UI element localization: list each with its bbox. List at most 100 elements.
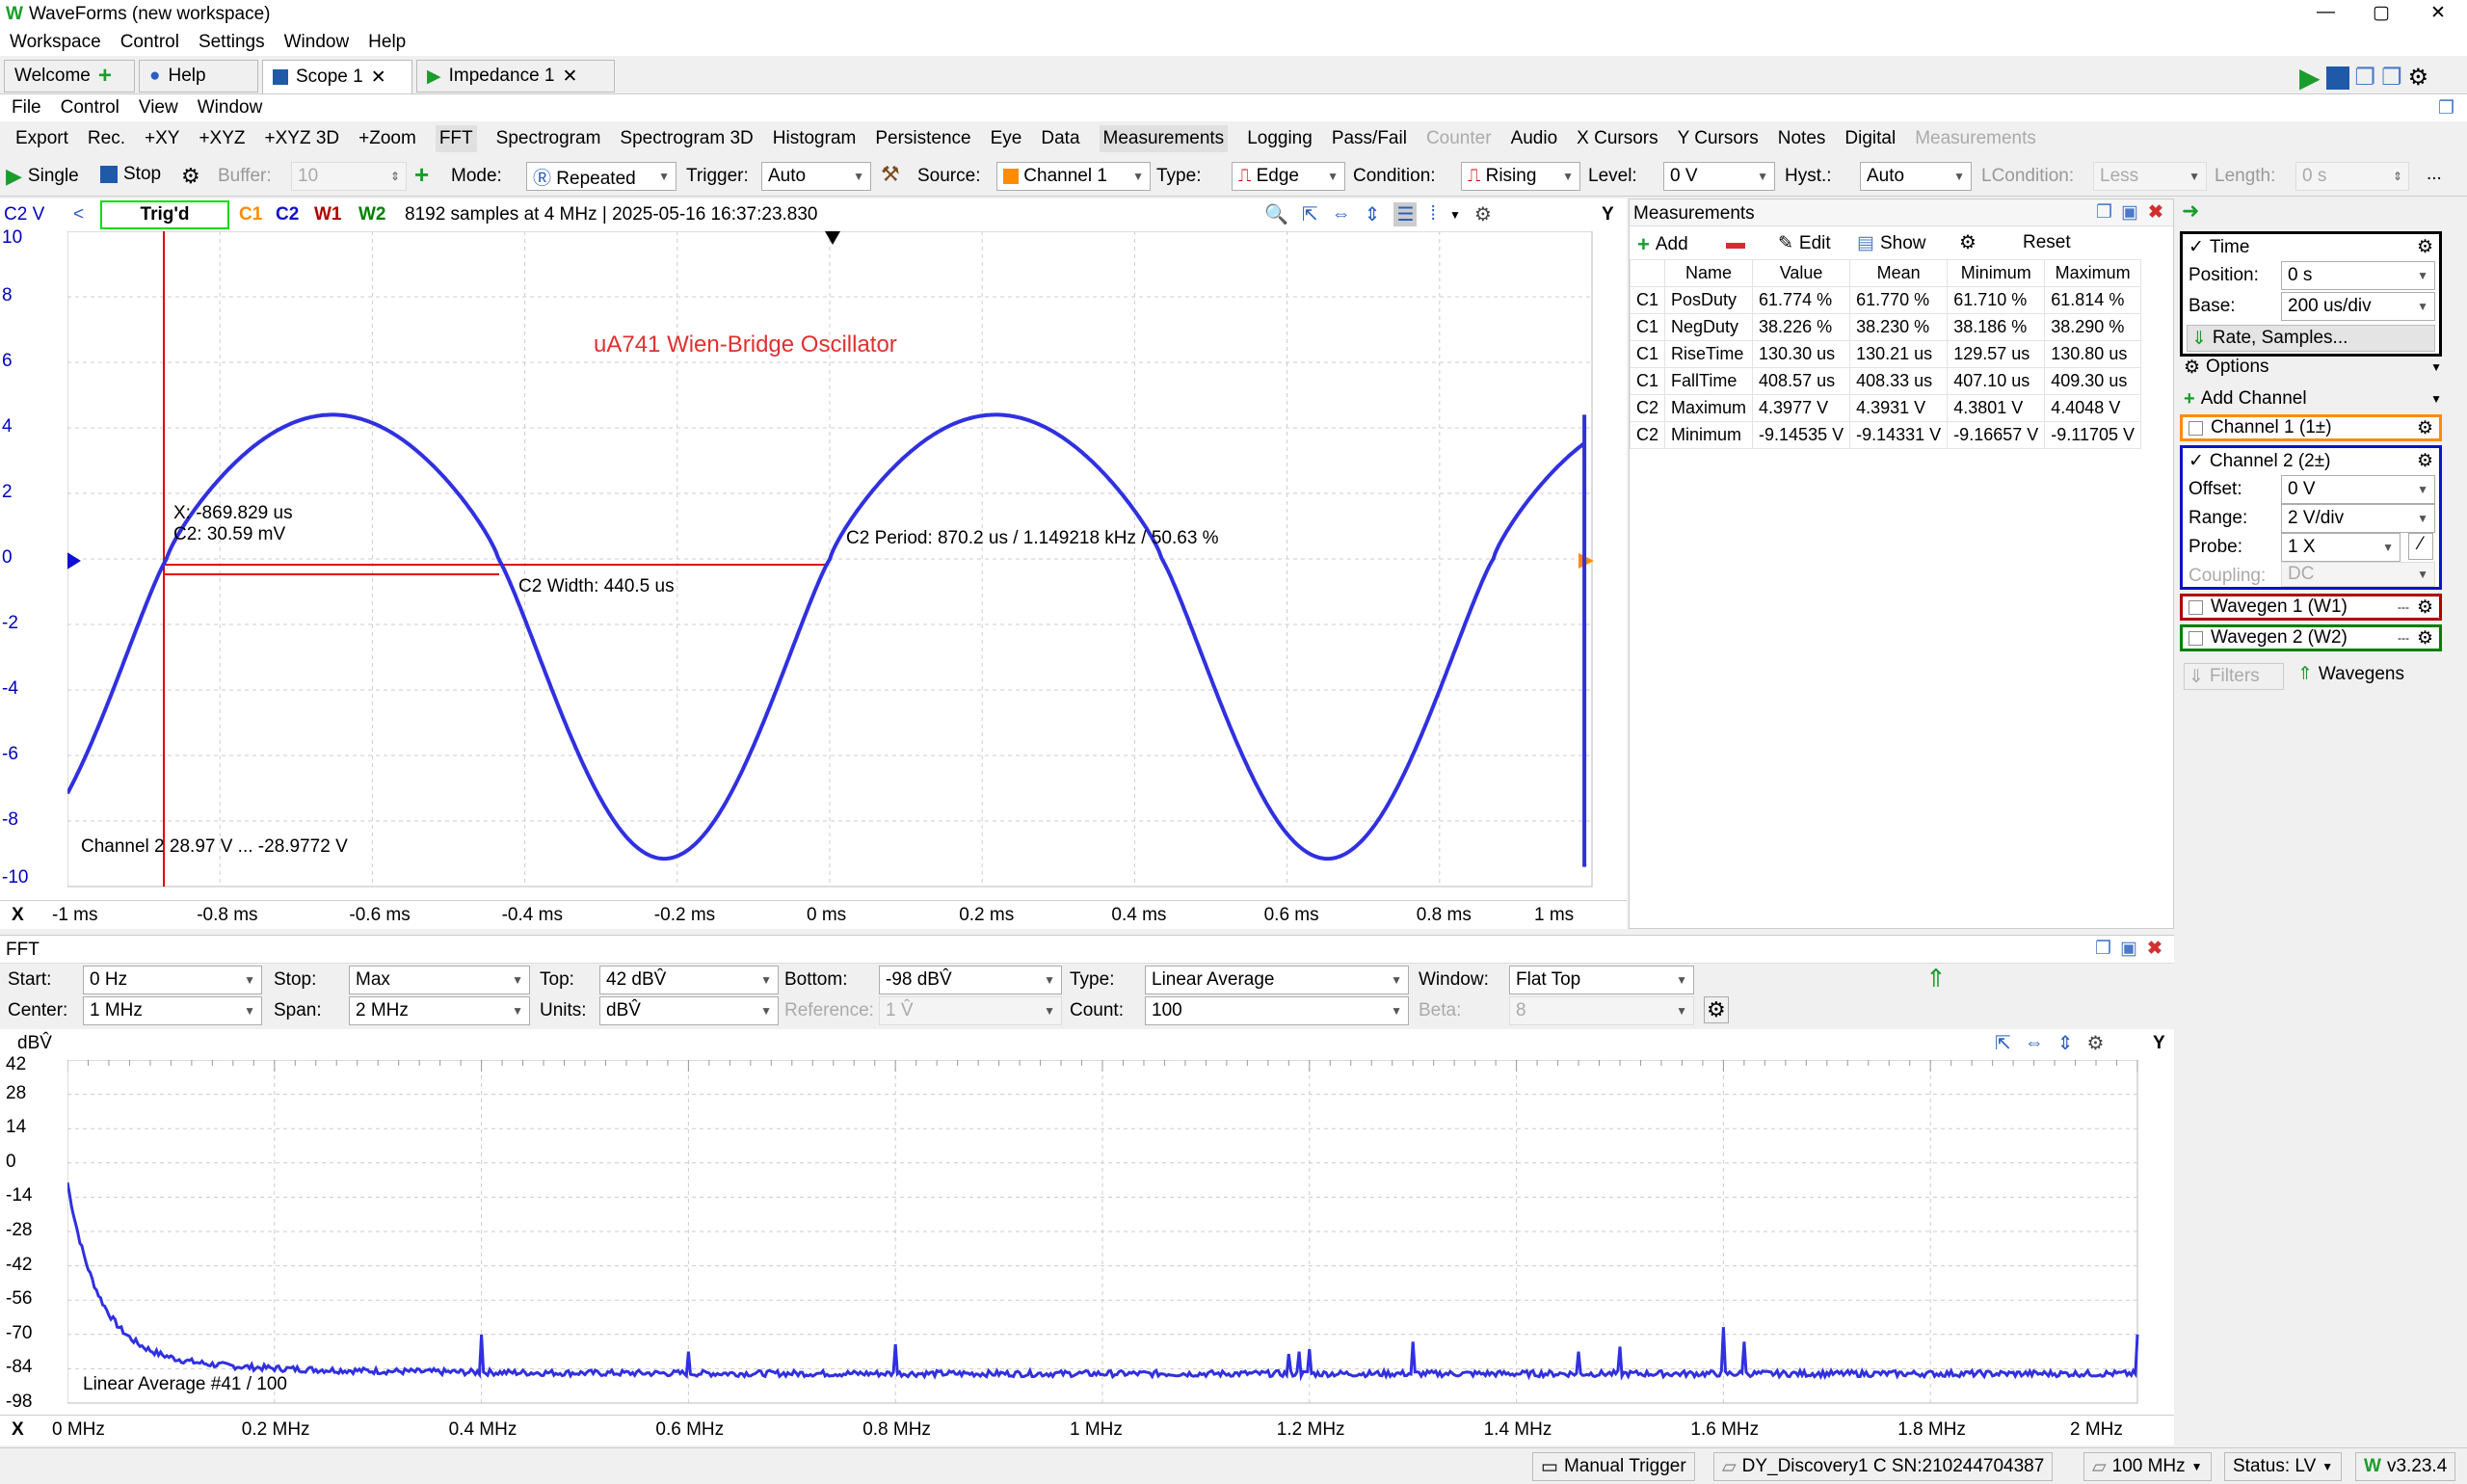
window-select[interactable]: Flat Top ▼ — [1509, 966, 1694, 994]
maximize-icon[interactable]: ▢ — [2373, 2, 2390, 24]
hyst-input[interactable]: Auto ▼ — [1860, 162, 1972, 191]
force-trigger-icon[interactable]: ⚒ — [881, 162, 900, 187]
rate-samples-button[interactable]: ⇓ Rate, Samples... — [2187, 325, 2435, 352]
beta-input[interactable]: 8 ▼ — [1509, 996, 1694, 1025]
tab-impedance-1[interactable]: ▶ Impedance 1 ✕ — [416, 60, 615, 93]
header-cell[interactable]: Name — [1664, 259, 1754, 287]
buffer-input[interactable]: 10 ⇕ — [291, 162, 407, 191]
center-input[interactable]: 1 MHz ▼ — [83, 996, 262, 1025]
position-input[interactable]: 0 s ▼ — [2281, 261, 2435, 290]
fit-vertical-icon[interactable]: ⇕ — [2057, 1031, 2074, 1055]
notes-button[interactable]: Notes — [1778, 128, 1826, 149]
fft-settings-icon[interactable]: ⚙ — [1704, 996, 1729, 1023]
start-input[interactable]: 0 Hz ▼ — [83, 966, 262, 994]
fit-vertical-icon[interactable]: ⇕ — [1365, 202, 1381, 226]
measurement-settings-icon[interactable]: ⚙ — [1959, 230, 1976, 254]
data-button[interactable]: Data — [1041, 128, 1079, 149]
measurements-disabled-button[interactable]: Measurements — [1915, 128, 2036, 149]
collapse-settings-icon[interactable]: ⇑ — [1925, 964, 1947, 994]
logging-button[interactable]: Logging — [1247, 128, 1313, 149]
zoom-icon[interactable]: 🔍 — [1264, 202, 1288, 226]
length-input[interactable]: 0 s ⇕ — [2295, 162, 2409, 191]
channel-2-check-icon[interactable]: ✓ — [2188, 450, 2204, 472]
count-input[interactable]: 100 ▼ — [1145, 996, 1409, 1025]
export-button[interactable]: Export — [15, 128, 68, 149]
probe-edit-icon[interactable]: ⁄ — [2408, 533, 2433, 560]
fft-button[interactable]: FFT — [435, 125, 477, 152]
wavegen-2-mode-icon[interactable]: --- — [2398, 631, 2409, 645]
wavegen-1-settings-icon[interactable]: ⚙ — [2417, 596, 2433, 619]
stack-icon[interactable]: ⁞ — [1430, 203, 1436, 225]
channel-1-settings-icon[interactable]: ⚙ — [2417, 417, 2433, 439]
close-icon[interactable]: ✕ — [2430, 2, 2446, 24]
range-select[interactable]: 2 V/div ▼ — [2281, 504, 2435, 533]
y-cursors-button[interactable]: Y Cursors — [1678, 128, 1759, 149]
more-button[interactable]: ... — [2427, 164, 2442, 185]
run-all-icon[interactable]: ▶ — [2299, 62, 2321, 93]
tab-welcome[interactable]: Welcome + — [4, 60, 135, 93]
channel-1-group[interactable]: Channel 1 (1±) ⚙ — [2180, 414, 2442, 441]
menu-control[interactable]: Control — [61, 97, 119, 119]
time-check-icon[interactable]: ✓ — [2188, 236, 2204, 258]
add-icon[interactable]: + — [98, 63, 112, 90]
bottom-input[interactable]: -98 dBV̂ ▼ — [879, 966, 1062, 994]
rec-button[interactable]: Rec. — [88, 128, 125, 149]
stop-input[interactable]: Max ▼ — [349, 966, 530, 994]
menu-control[interactable]: Control — [120, 32, 179, 53]
filters-button[interactable]: ⇓ Filters — [2184, 663, 2284, 690]
probe-select[interactable]: 1 X ▼ — [2281, 533, 2401, 562]
source-select[interactable]: Channel 1 ▼ — [996, 162, 1151, 191]
trigger-select[interactable]: Auto ▼ — [761, 162, 871, 191]
edit-measurement-button[interactable]: ✎ Edit — [1778, 232, 1831, 254]
channel-c2-toggle[interactable]: C2 — [276, 204, 299, 225]
span-input[interactable]: 2 MHz ▼ — [349, 996, 530, 1025]
wavegens-button[interactable]: ⇑ Wavegens — [2297, 663, 2404, 685]
channel-1-checkbox[interactable] — [2188, 420, 2203, 436]
plot-settings-icon[interactable]: ⚙ — [1474, 202, 1492, 226]
menu-workspace[interactable]: Workspace — [10, 32, 101, 53]
close-tab-icon[interactable]: ✕ — [562, 66, 577, 88]
zoom-button[interactable]: +Zoom — [358, 128, 416, 149]
histogram-button[interactable]: Histogram — [773, 128, 857, 149]
stop-button[interactable]: Stop — [100, 164, 161, 185]
stop-all-icon[interactable] — [2325, 66, 2349, 90]
counter-button[interactable]: Counter — [1426, 128, 1492, 149]
maximize-panel-icon[interactable]: ▣ — [2121, 201, 2138, 224]
table-row[interactable]: C1 RiseTime 130.30 us 130.21 us 129.57 us 130… — [1629, 340, 2141, 368]
table-row[interactable]: C1 PosDuty 61.774 % 61.770 % 61.710 % 61.814 … — [1629, 286, 2141, 314]
dock-icon[interactable]: ❐ — [2096, 201, 2112, 224]
xy-button[interactable]: +XY — [145, 128, 179, 149]
wavegen-1-checkbox[interactable] — [2188, 599, 2203, 615]
tab-scope-1[interactable]: Scope 1 ✕ — [262, 60, 412, 93]
add-buffer-icon[interactable]: + — [414, 160, 429, 190]
docked-windows-icon[interactable]: ❐ — [2355, 64, 2376, 92]
reset-button[interactable]: Reset — [2023, 232, 2071, 253]
expand-panel-icon[interactable]: ➜ — [2182, 199, 2199, 224]
time-settings-icon[interactable]: ⚙ — [2417, 236, 2433, 258]
align-left-icon[interactable]: ☰ — [1393, 202, 1418, 226]
condition-select[interactable]: ⎍ Rising ▼ — [1461, 162, 1580, 191]
table-row[interactable]: C2 Minimum -9.14535 V -9.14331 V -9.16657 V-… — [1629, 421, 2141, 449]
pass-fail-button[interactable]: Pass/Fail — [1332, 128, 1407, 149]
audio-button[interactable]: Audio — [1511, 128, 1558, 149]
close-panel-icon[interactable]: ✖ — [2148, 201, 2163, 224]
fit-horizontal-icon[interactable]: ⇔ — [1332, 203, 1351, 225]
spectrogram-3d-button[interactable]: Spectrogram 3D — [620, 128, 753, 149]
zoom-region-icon[interactable]: ⇱ — [1302, 202, 1318, 226]
tab-help[interactable]: ● Help — [139, 60, 258, 93]
channel-c1-toggle[interactable]: C1 — [239, 204, 262, 225]
add-channel-button[interactable]: + Add Channel ▼ — [2180, 385, 2442, 412]
fft-plot[interactable]: dBV̂ ⇱ ⇔ ⇕ ⚙ Y 42 28 14 0 -14 -28 -42 -56 -70 -84… — [0, 1029, 2174, 1415]
dropdown-icon[interactable]: ▼ — [1449, 208, 1461, 222]
clock-button[interactable]: ▱ 100 MHz ▼ — [2083, 1452, 2212, 1481]
menu-window[interactable]: Window — [198, 97, 263, 119]
window-layout-icon[interactable]: ❐ — [2438, 97, 2454, 119]
type-select[interactable]: ⎍ Edge ▼ — [1232, 162, 1345, 191]
menu-view[interactable]: View — [139, 97, 178, 119]
spectrogram-button[interactable]: Spectrogram — [496, 128, 601, 149]
menu-file[interactable]: File — [12, 97, 41, 119]
plot-settings-icon[interactable]: ⚙ — [2087, 1031, 2105, 1055]
close-panel-icon[interactable]: ✖ — [2147, 938, 2162, 960]
xyz-button[interactable]: +XYZ — [199, 128, 245, 149]
fit-horizontal-icon[interactable]: ⇔ — [2025, 1032, 2044, 1054]
